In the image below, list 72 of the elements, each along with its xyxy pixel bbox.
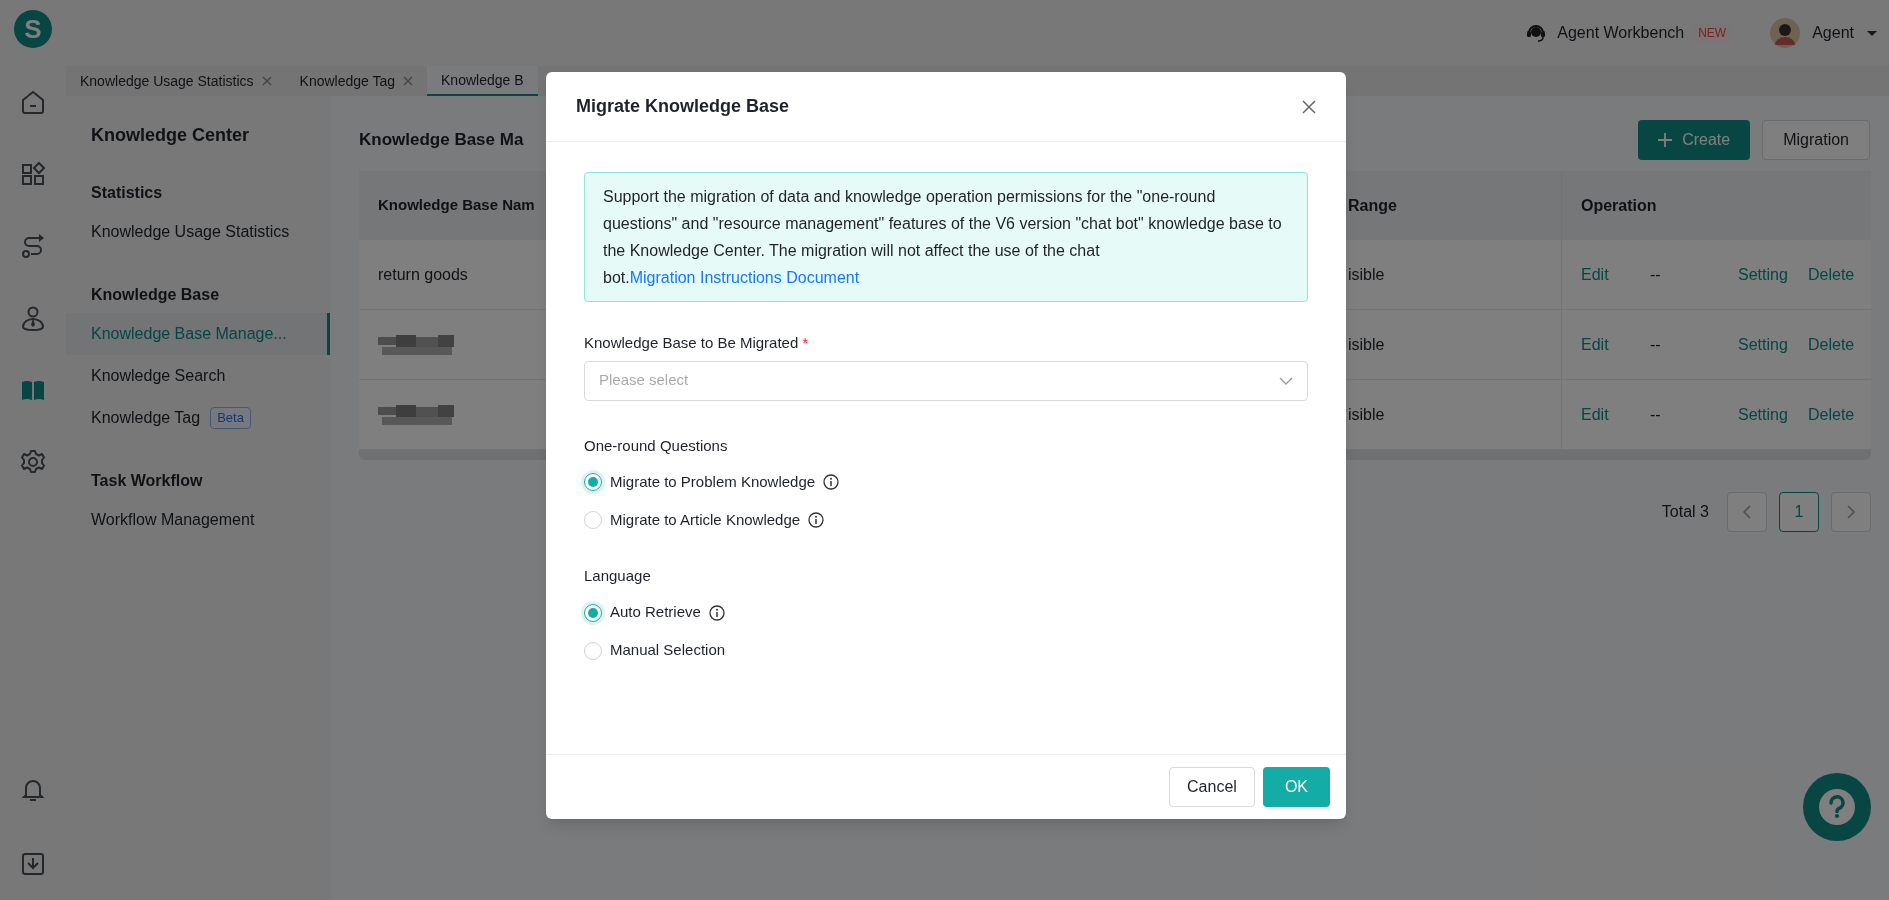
radio-option[interactable]: Manual Selection xyxy=(584,631,1308,670)
table-cell-text: isible xyxy=(1348,264,1385,285)
table-cell-text: isible xyxy=(1348,334,1385,355)
apps-icon[interactable] xyxy=(19,160,47,188)
tab[interactable]: Knowledge Tag xyxy=(285,66,428,96)
action-link[interactable]: Delete xyxy=(1808,402,1855,427)
radio-option[interactable]: Auto Retrieve xyxy=(584,593,1308,632)
info-icon[interactable] xyxy=(808,512,825,528)
avatar-icon xyxy=(1770,18,1801,48)
chevron-down-icon xyxy=(1279,376,1293,385)
info-icon[interactable] xyxy=(708,604,725,621)
sidebar-title: Knowledge Center xyxy=(90,124,251,147)
action-link[interactable]: Edit xyxy=(1581,402,1650,427)
person-icon[interactable] xyxy=(19,304,47,332)
sidebar-item[interactable]: Knowledge Search xyxy=(66,355,330,397)
chevron-left-icon xyxy=(1743,505,1751,519)
sidebar-item[interactable]: Knowledge Base Manage... xyxy=(66,313,330,355)
chevron-right-icon xyxy=(1847,505,1855,519)
ok-button[interactable]: OK xyxy=(1262,767,1330,807)
table-cell-text: -- xyxy=(1650,264,1662,285)
table-cell-text: -- xyxy=(1650,334,1662,355)
beta-badge: Beta xyxy=(210,407,251,429)
section-heading: Statistics xyxy=(90,183,164,203)
sidebar-item-label[interactable]: Knowledge Tag xyxy=(91,406,201,430)
action-link[interactable]: Setting xyxy=(1738,402,1808,427)
action-link[interactable]: Delete xyxy=(1808,332,1855,357)
info-icon[interactable] xyxy=(823,474,840,490)
action-link[interactable]: Setting xyxy=(1738,262,1808,287)
download-icon[interactable] xyxy=(19,850,47,878)
action-link[interactable]: Delete xyxy=(1808,262,1855,287)
select-field[interactable]: Please select xyxy=(584,360,1308,401)
action-link[interactable]: Edit xyxy=(1581,332,1650,357)
migration-button[interactable]: Migration xyxy=(1762,120,1870,160)
radio-option[interactable]: Migrate to Problem Knowledge xyxy=(584,463,1308,501)
field-label: Knowledge Base to Be Migrated xyxy=(584,333,799,353)
settings-icon[interactable] xyxy=(19,448,47,476)
plus-icon xyxy=(1658,133,1673,147)
instructions-link[interactable]: Migration Instructions Document xyxy=(629,269,860,286)
cancel-button[interactable]: Cancel xyxy=(1169,767,1255,807)
caret-icon[interactable] xyxy=(1866,29,1878,37)
sidebar-item[interactable]: Workflow Management xyxy=(66,499,330,541)
new-badge: NEW xyxy=(1694,24,1731,42)
notice-text: Support the migration of data and knowledge operation permissions for the "one-round questions" and "resource management" features of the V6 version "chat bot" knowledge base to the Knowledge Center. The migration will not affect the use of the chat bot.Migration Instructions Document xyxy=(603,187,1283,288)
page-title: Knowledge Base Ma xyxy=(359,129,524,152)
group-label: One-round Questions xyxy=(584,435,729,456)
group-label: Language xyxy=(584,566,652,586)
sidebar-item[interactable]: Knowledge Usage Statistics xyxy=(66,211,330,253)
headset-icon xyxy=(1525,22,1548,44)
table-cell-text: return goods xyxy=(378,264,468,285)
close-icon[interactable] xyxy=(1302,99,1316,114)
total-count: Total 3 xyxy=(1661,502,1709,522)
select-placeholder: Please select xyxy=(599,370,689,391)
column-header: Knowledge Base Nam xyxy=(378,195,535,216)
dialog-title: Migrate Knowledge Base xyxy=(576,95,790,118)
page-button[interactable]: 1 xyxy=(1779,492,1819,532)
create-button[interactable]: Create xyxy=(1638,120,1751,160)
radio-option[interactable]: Migrate to Article Knowledge xyxy=(584,501,1308,539)
action-link[interactable]: Edit xyxy=(1581,262,1650,287)
table-cell-text: isible xyxy=(1348,404,1385,425)
table-cell-text: -- xyxy=(1650,404,1662,425)
section-heading: Knowledge Base xyxy=(90,285,221,305)
column-header: Range xyxy=(1348,195,1397,216)
app-logo: S xyxy=(14,10,52,48)
user-name[interactable]: Agent xyxy=(1812,21,1854,45)
home-icon[interactable] xyxy=(19,88,47,116)
tab[interactable]: Knowledge B xyxy=(427,66,538,96)
section-heading: Task Workflow xyxy=(90,471,204,491)
workbench-link[interactable]: Agent Workbench xyxy=(1557,21,1685,45)
required-mark: * xyxy=(802,333,809,353)
column-header: Operation xyxy=(1581,195,1657,216)
action-link[interactable]: Setting xyxy=(1738,332,1808,357)
tab[interactable]: Knowledge Usage Statistics xyxy=(66,66,286,96)
